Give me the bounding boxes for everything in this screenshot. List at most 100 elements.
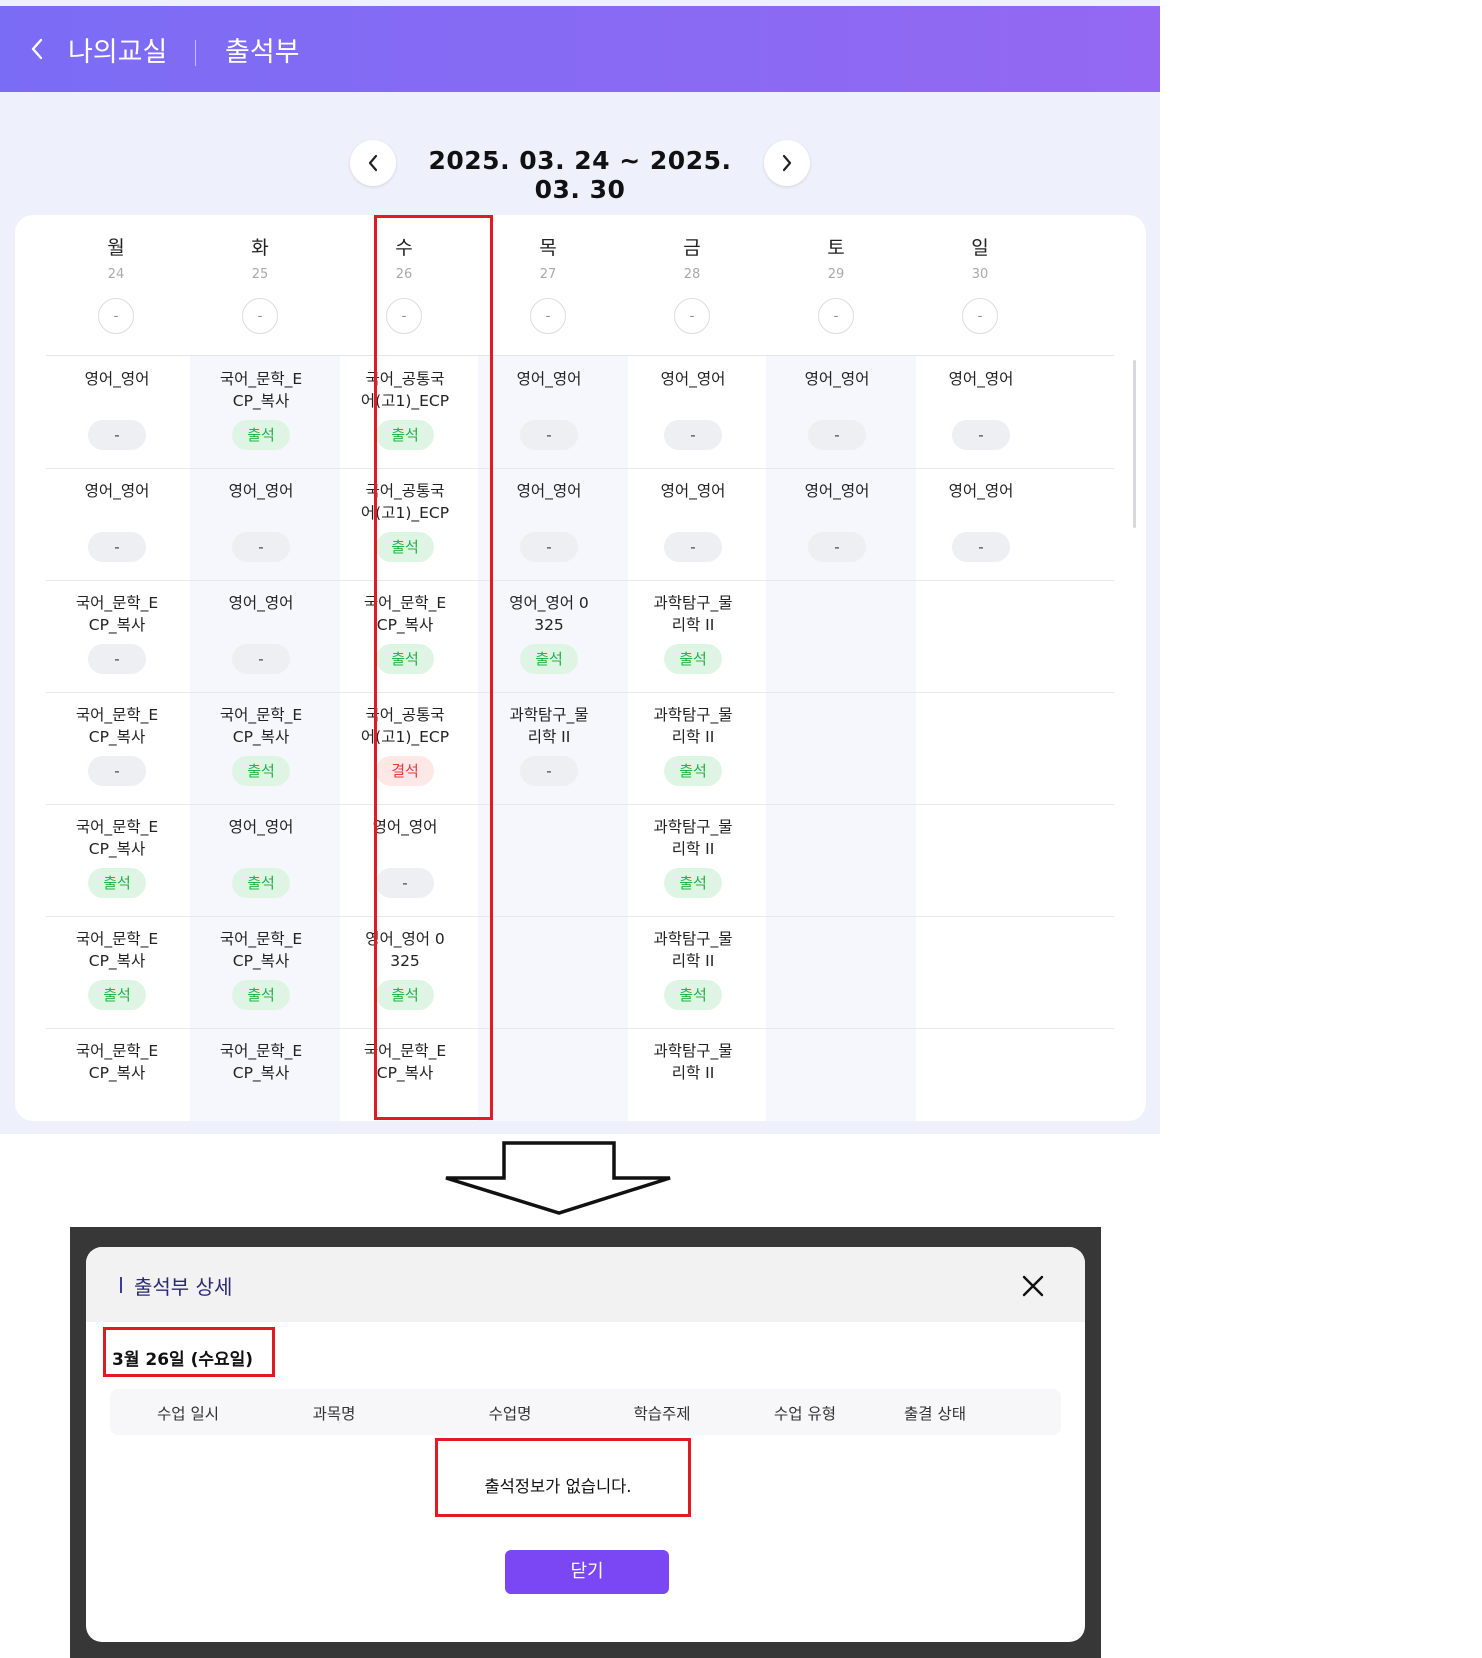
class-cell[interactable]: 영어_영어 - [330,804,480,922]
attendance-badge[interactable]: 출석 [232,756,290,786]
breadcrumb-my-classroom[interactable]: 나의교실 [68,30,167,69]
day-header[interactable]: 수 26 - [334,233,474,334]
title-accent-bar [120,1277,122,1293]
class-cell[interactable]: 과학탐구_물 리학 II 출석 [618,804,768,922]
attendance-badge[interactable]: 출석 [232,868,290,898]
day-header[interactable]: 일 30 - [910,233,1050,334]
attendance-badge[interactable]: 출석 [376,980,434,1010]
class-cell[interactable]: 영어_영어 - [618,468,768,586]
day-count[interactable]: - [818,298,854,334]
prev-week-button[interactable] [350,140,396,186]
attendance-badge[interactable]: - [88,420,146,450]
attendance-badge[interactable]: 출석 [664,980,722,1010]
day-header[interactable]: 화 25 - [190,233,330,334]
class-cell[interactable]: 과학탐구_물 리학 II - [474,692,624,810]
attendance-badge[interactable]: 결석 [376,756,434,786]
attendance-badge[interactable]: - [88,644,146,674]
attendance-badge[interactable]: 출석 [520,644,578,674]
class-cell[interactable]: 국어_문학_E CP_복사 출석 [42,916,192,1034]
attendance-badge[interactable]: - [520,756,578,786]
modal-header: 출석부 상세 [86,1247,1085,1322]
attendance-badge[interactable]: 출석 [88,868,146,898]
attendance-badge[interactable]: - [376,868,434,898]
class-cell[interactable]: 국어_문학_E CP_복사 [42,1028,192,1121]
day-header[interactable]: 목 27 - [478,233,618,334]
class-name: 과학탐구_물 리학 II [653,930,733,970]
class-cell[interactable]: 과학탐구_물 리학 II 출석 [618,580,768,698]
class-cell[interactable]: 국어_문학_E CP_복사 출석 [186,692,336,810]
class-cell[interactable]: 과학탐구_물 리학 II 출석 [618,916,768,1034]
attendance-badge[interactable]: - [88,532,146,562]
attendance-badge[interactable]: - [952,420,1010,450]
class-cell[interactable]: 국어_공통국 어(고1)_ECP 출석 [330,468,480,586]
day-header[interactable]: 월 24 - [46,233,186,334]
close-button[interactable] [1016,1269,1050,1303]
close-modal-button[interactable]: 닫기 [505,1550,669,1594]
day-count[interactable]: - [242,298,278,334]
class-cell[interactable]: 영어_영어 - [474,468,624,586]
class-cell[interactable]: 국어_문학_E CP_복사 출석 [330,580,480,698]
scrollbar[interactable] [1133,360,1136,528]
class-cell[interactable]: 국어_공통국 어(고1)_ECP 결석 [330,692,480,810]
day-count[interactable]: - [962,298,998,334]
attendance-badge[interactable]: - [808,420,866,450]
day-count[interactable]: - [674,298,710,334]
page-title: 출석부 [225,37,300,68]
class-cell[interactable]: 국어_문학_E CP_복사 출석 [42,804,192,922]
attendance-badge[interactable]: 출석 [232,420,290,450]
chevron-left-icon [31,38,43,60]
class-cell[interactable]: 영어_영어 - [762,468,912,586]
class-cell[interactable]: 영어_영어 - [618,356,768,474]
class-cell[interactable]: 영어_영어 - [474,356,624,474]
class-cell[interactable]: 영어_영어 - [762,356,912,474]
day-header[interactable]: 금 28 - [622,233,762,334]
attendance-badge[interactable]: - [232,644,290,674]
attendance-badge[interactable]: - [232,532,290,562]
attendance-badge[interactable]: - [520,420,578,450]
close-icon [1022,1275,1044,1297]
attendance-badge[interactable]: 출석 [664,756,722,786]
class-cell[interactable]: 국어_문학_E CP_복사 [330,1028,480,1121]
next-week-button[interactable] [764,140,810,186]
class-cell[interactable]: 영어_영어 - [186,468,336,586]
attendance-badge[interactable]: - [664,532,722,562]
day-header[interactable]: 토 29 - [766,233,906,334]
breadcrumb-divider [195,40,196,66]
class-cell[interactable]: 국어_문학_E CP_복사 출석 [186,356,336,474]
class-cell[interactable]: 국어_공통국 어(고1)_ECP 출석 [330,356,480,474]
class-cell[interactable]: 국어_문학_E CP_복사 - [42,692,192,810]
class-cell[interactable]: 국어_문학_E CP_복사 [186,1028,336,1121]
attendance-badge[interactable]: - [808,532,866,562]
attendance-badge[interactable]: 출석 [376,420,434,450]
attendance-badge[interactable]: - [664,420,722,450]
class-cell[interactable]: 영어_영어 0 325 출석 [474,580,624,698]
class-name: 영어_영어 [804,482,870,500]
class-cell[interactable]: 영어_영어 - [186,580,336,698]
class-cell[interactable]: 과학탐구_물 리학 II 출석 [618,692,768,810]
attendance-badge[interactable]: - [88,756,146,786]
attendance-badge[interactable]: 출석 [664,644,722,674]
attendance-badge[interactable]: 출석 [664,868,722,898]
attendance-badge[interactable]: 출석 [232,980,290,1010]
attendance-badge[interactable]: 출석 [88,980,146,1010]
class-cell[interactable]: 과학탐구_물 리학 II [618,1028,768,1121]
class-name: 영어_영어 [660,482,726,500]
back-button[interactable] [22,32,52,66]
attendance-badge[interactable]: - [520,532,578,562]
day-count[interactable]: - [386,298,422,334]
class-cell[interactable]: 영어_영어 0 325 출석 [330,916,480,1034]
class-cell[interactable]: 영어_영어 출석 [186,804,336,922]
class-cell[interactable]: 영어_영어 - [906,356,1056,474]
attendance-badge[interactable]: - [952,532,1010,562]
attendance-badge[interactable]: 출석 [376,532,434,562]
attendance-badge[interactable]: 출석 [376,644,434,674]
class-cell[interactable]: 영어_영어 - [906,468,1056,586]
class-cell[interactable]: 영어_영어 - [42,468,192,586]
class-cell[interactable]: 국어_문학_E CP_복사 출석 [186,916,336,1034]
chevron-left-icon [368,154,378,172]
class-cell[interactable]: 국어_문학_E CP_복사 - [42,580,192,698]
class-name: 영어_영어 0 325 [509,594,589,634]
day-count[interactable]: - [530,298,566,334]
class-cell[interactable]: 영어_영어 - [42,356,192,474]
day-count[interactable]: - [98,298,134,334]
